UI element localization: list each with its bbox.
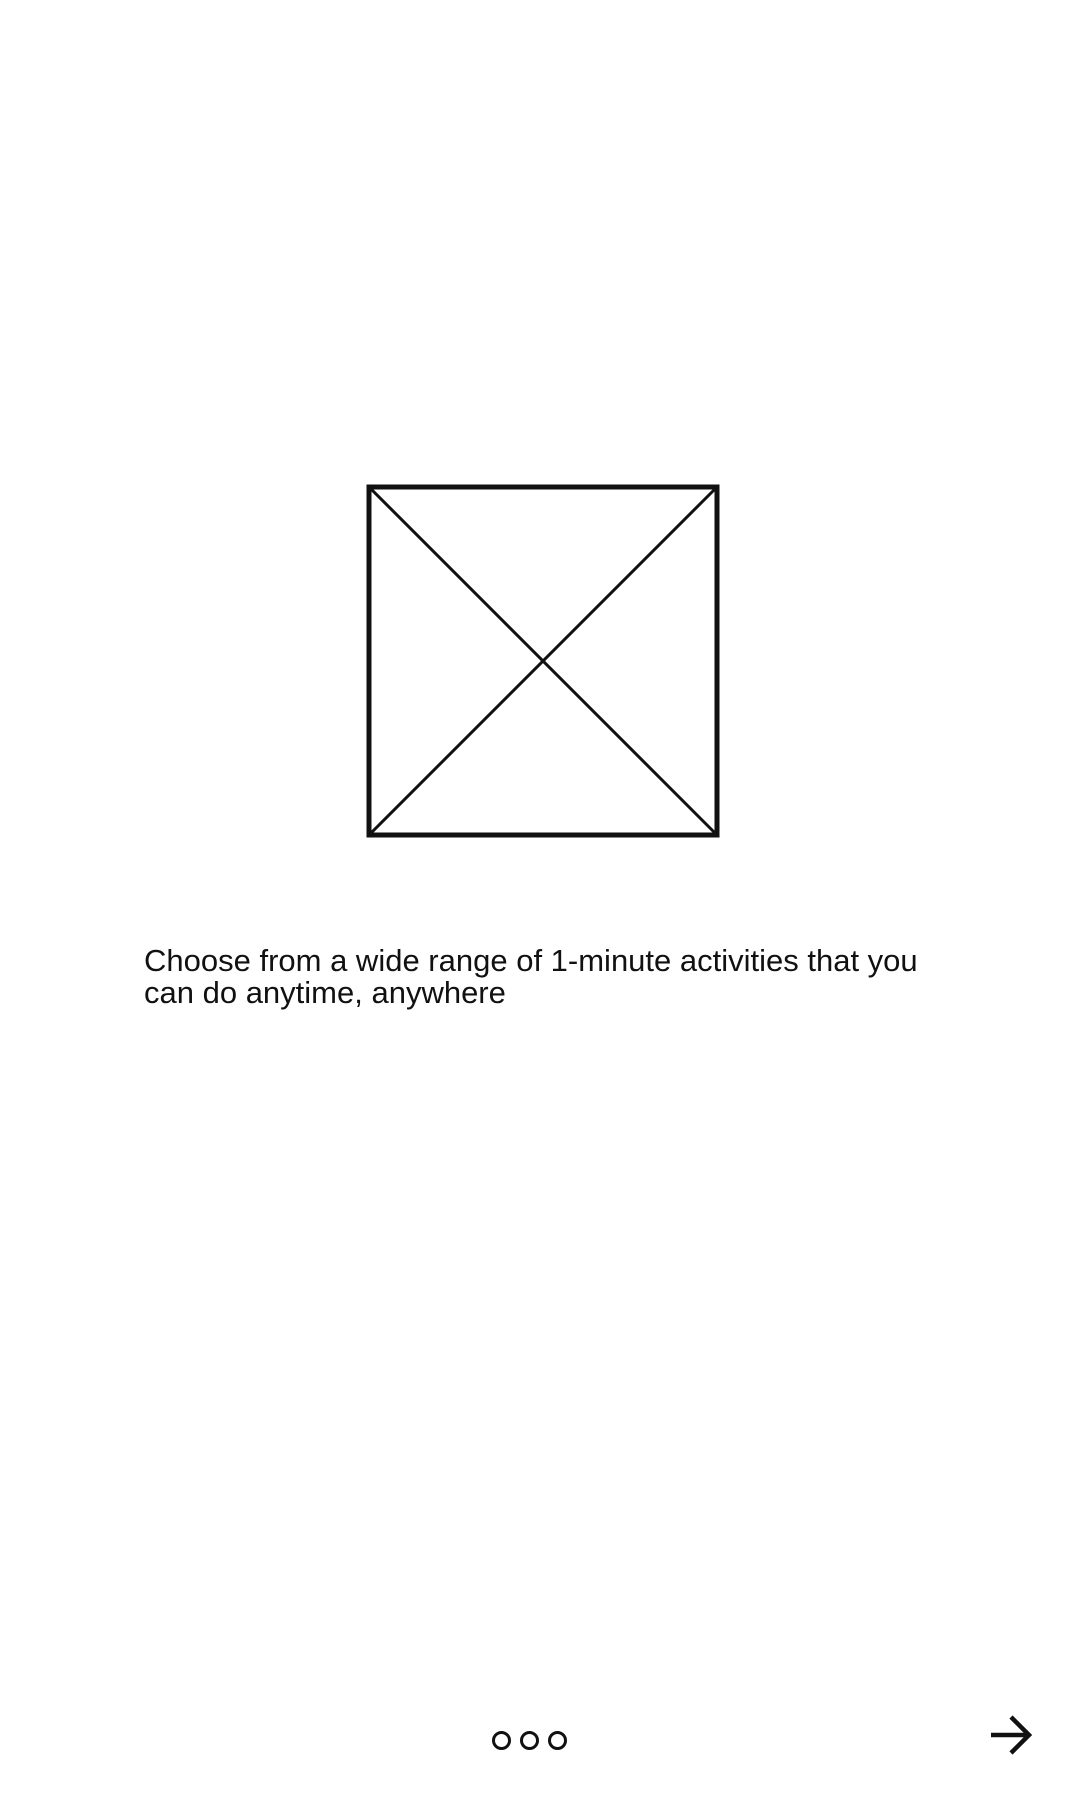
onboarding-description: Choose from a wide range of 1-minute act… [144,943,918,1010]
page-dot [548,1730,567,1750]
image-placeholder-icon [366,484,720,838]
page-dot [520,1730,539,1750]
page-indicator [492,1728,567,1752]
next-button[interactable] [975,1700,1045,1770]
page-dot [492,1730,511,1750]
arrow-right-icon [991,1715,1033,1755]
